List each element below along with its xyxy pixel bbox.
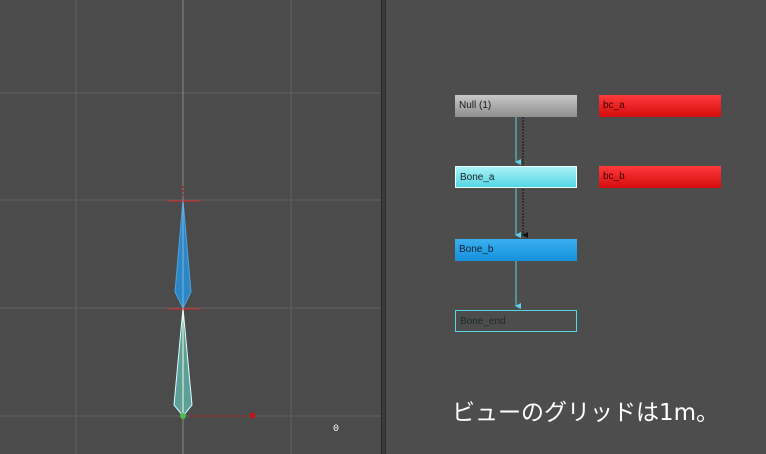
viewport-canvas	[0, 0, 381, 454]
schematic-links	[515, 117, 528, 309]
node-bone-end[interactable]: Bone_end	[455, 310, 577, 332]
node-bone-a[interactable]: Bone_a	[455, 166, 577, 188]
end-joint[interactable]	[180, 413, 186, 419]
caption-text: ビューのグリッドは1m。	[452, 400, 720, 426]
3d-viewport[interactable]: 0	[0, 0, 381, 454]
frame-number: 0	[333, 424, 340, 435]
x-axis-handle-end[interactable]	[250, 413, 255, 418]
node-bc-a[interactable]: bc_a	[599, 95, 721, 117]
bone-b-mesh[interactable]	[173, 307, 193, 417]
node-null[interactable]: Null (1)	[455, 95, 577, 117]
node-bone-b[interactable]: Bone_b	[455, 239, 577, 261]
node-bc-b[interactable]: bc_b	[599, 166, 721, 188]
schematic-view[interactable]: Null (1) Bone_a Bone_b Bone_end bc_a bc_…	[386, 0, 766, 454]
bone-a-mesh[interactable]	[174, 199, 192, 310]
